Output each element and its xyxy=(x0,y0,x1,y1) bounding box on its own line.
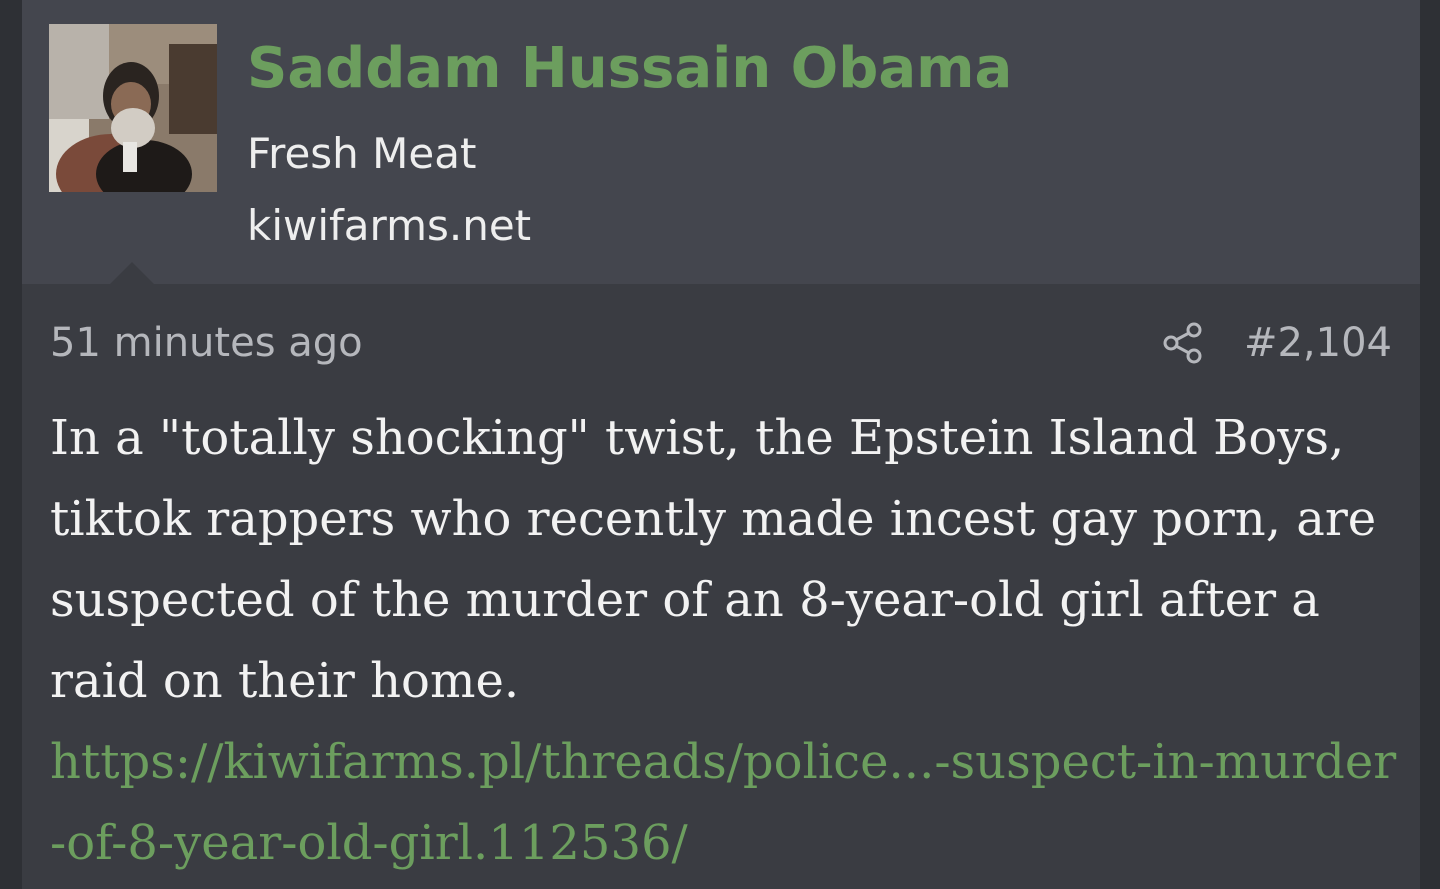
avatar[interactable] xyxy=(49,24,217,192)
user-title: Fresh Meat xyxy=(247,129,477,178)
user-header: Saddam Hussain Obama Fresh Meat kiwifarm… xyxy=(22,0,1420,284)
post-text: In a "totally shocking" twist, the Epste… xyxy=(50,410,1377,709)
post: Saddam Hussain Obama Fresh Meat kiwifarm… xyxy=(22,0,1420,889)
header-pointer xyxy=(110,262,154,284)
avatar-photo xyxy=(49,24,217,192)
post-timestamp[interactable]: 51 minutes ago xyxy=(50,318,363,368)
post-body: In a "totally shocking" twist, the Epste… xyxy=(50,398,1402,884)
post-link[interactable]: https://kiwifarms.pl/threads/police...-s… xyxy=(50,722,1402,884)
page: Saddam Hussain Obama Fresh Meat kiwifarm… xyxy=(0,0,1440,889)
user-site: kiwifarms.net xyxy=(247,201,532,250)
share-icon[interactable] xyxy=(1160,320,1206,366)
post-number[interactable]: #2,104 xyxy=(1244,318,1392,368)
username[interactable]: Saddam Hussain Obama xyxy=(247,34,1012,104)
